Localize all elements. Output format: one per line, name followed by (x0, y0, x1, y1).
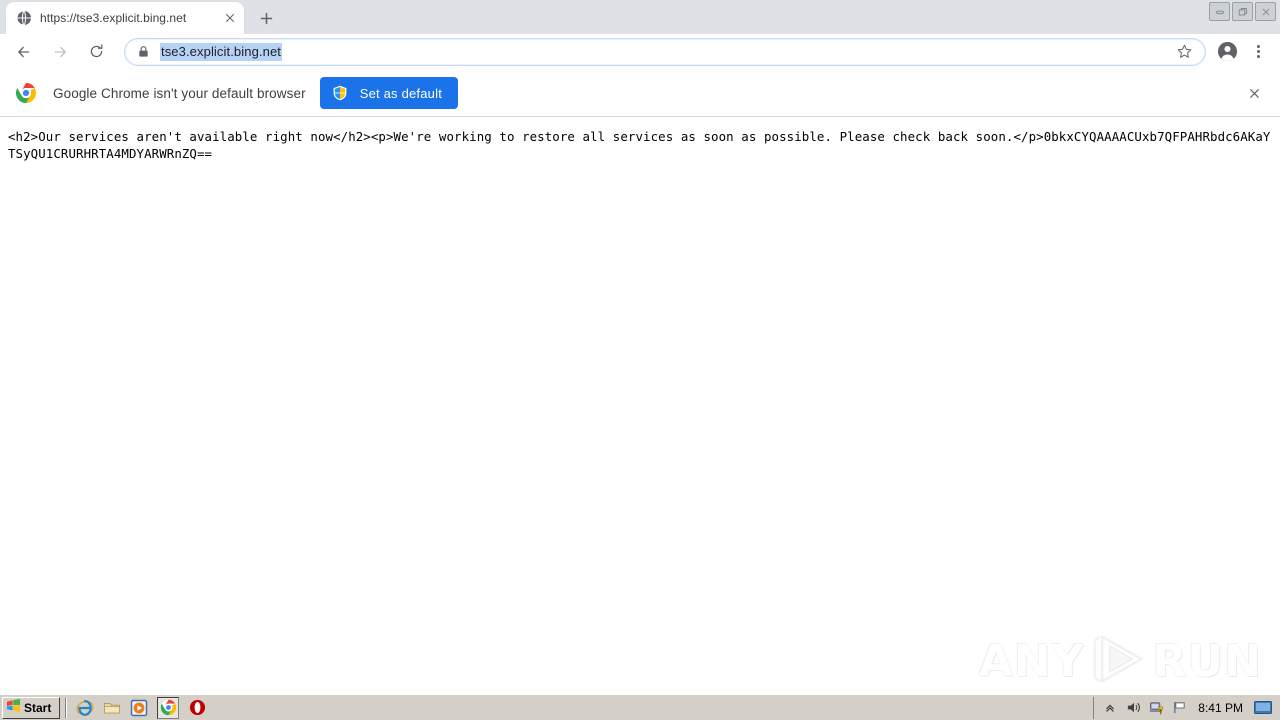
reload-icon[interactable] (82, 38, 110, 66)
folder-icon[interactable] (103, 699, 121, 717)
flag-security-icon[interactable] (1171, 700, 1187, 716)
show-hidden-icons-icon[interactable] (1102, 700, 1118, 716)
system-tray: 8:41 PM (1093, 696, 1278, 719)
windows-shield-icon (332, 85, 348, 101)
browser-window: https://tse3.explicit.bing.net tse3.expl… (0, 0, 1280, 720)
new-tab-button[interactable] (252, 4, 280, 32)
globe-icon (16, 10, 32, 26)
infobar-message: Google Chrome isn't your default browser (53, 85, 306, 101)
network-warning-icon[interactable] (1148, 700, 1164, 716)
close-button[interactable] (1255, 2, 1276, 21)
account-icon[interactable] (1214, 39, 1240, 65)
tab-strip: https://tse3.explicit.bing.net (0, 0, 1280, 34)
windows-flag-icon (6, 698, 21, 718)
forward-icon[interactable] (46, 38, 74, 66)
lock-icon (137, 45, 151, 59)
taskbar-clock[interactable]: 8:41 PM (1198, 701, 1243, 715)
page-content-area: <h2>Our services aren't available right … (0, 118, 1280, 694)
set-as-default-label: Set as default (359, 85, 443, 101)
address-bar-url[interactable]: tse3.explicit.bing.net (160, 42, 282, 61)
windows-taskbar: Start 8:41 PM (0, 694, 1280, 720)
volume-icon[interactable] (1125, 700, 1141, 716)
tab-close-icon[interactable] (222, 10, 238, 26)
opera-browser-icon[interactable] (188, 699, 206, 717)
start-button-label: Start (24, 700, 52, 715)
start-button[interactable]: Start (2, 696, 61, 719)
back-icon[interactable] (10, 38, 38, 66)
three-dot-menu-icon[interactable] (1244, 38, 1272, 66)
star-icon[interactable] (1171, 39, 1197, 65)
tab-title: https://tse3.explicit.bing.net (40, 11, 187, 25)
internet-explorer-icon[interactable] (76, 699, 94, 717)
show-desktop-icon[interactable] (1254, 700, 1272, 715)
default-browser-infobar: Google Chrome isn't your default browser… (0, 70, 1280, 117)
window-controls (1209, 2, 1276, 21)
media-player-icon[interactable] (130, 699, 148, 717)
omnibox-actions (1171, 39, 1197, 65)
restore-button[interactable] (1232, 2, 1253, 21)
minimize-button[interactable] (1209, 2, 1230, 21)
chrome-logo-icon (15, 82, 37, 104)
quick-launch-bar (76, 696, 206, 719)
browser-tab[interactable]: https://tse3.explicit.bing.net (6, 2, 244, 34)
google-chrome-taskbar-icon[interactable] (157, 696, 180, 719)
page-body-text: <h2>Our services aren't available right … (8, 129, 1271, 161)
set-as-default-button[interactable]: Set as default (319, 77, 459, 109)
address-bar[interactable]: tse3.explicit.bing.net (124, 37, 1206, 66)
taskbar-divider (65, 697, 68, 718)
infobar-close-icon[interactable] (1242, 81, 1266, 105)
browser-toolbar: tse3.explicit.bing.net (0, 34, 1280, 70)
